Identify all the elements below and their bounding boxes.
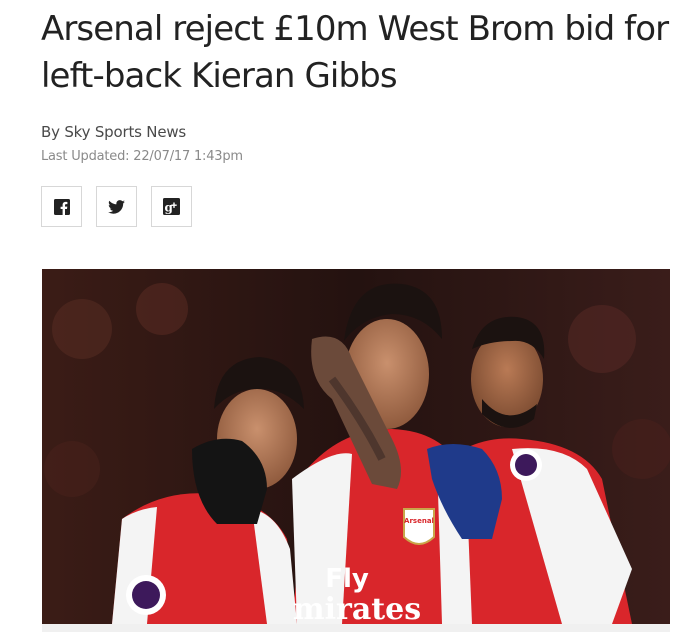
svg-text:g: g — [165, 201, 174, 215]
article-headline: Arsenal reject £10m West Brom bid for le… — [41, 9, 669, 96]
share-twitter-button[interactable] — [96, 186, 137, 227]
article-byline: By Sky Sports News — [41, 123, 187, 141]
arsenal-crest-text: Arsenal — [404, 517, 434, 525]
twitter-icon — [108, 199, 125, 214]
article-hero-image: Arsenal Fly mirates — [42, 269, 670, 624]
facebook-icon — [53, 198, 70, 215]
share-google-plus-button[interactable]: g — [151, 186, 192, 227]
image-caption-bar — [42, 624, 670, 632]
last-updated-timestamp: Last Updated: 22/07/17 1:43pm — [41, 149, 243, 164]
sponsor-text-line1: Fly — [325, 564, 369, 594]
google-plus-icon: g — [163, 198, 180, 215]
share-facebook-button[interactable] — [41, 186, 82, 227]
sponsor-text-line2: mirates — [293, 592, 421, 624]
